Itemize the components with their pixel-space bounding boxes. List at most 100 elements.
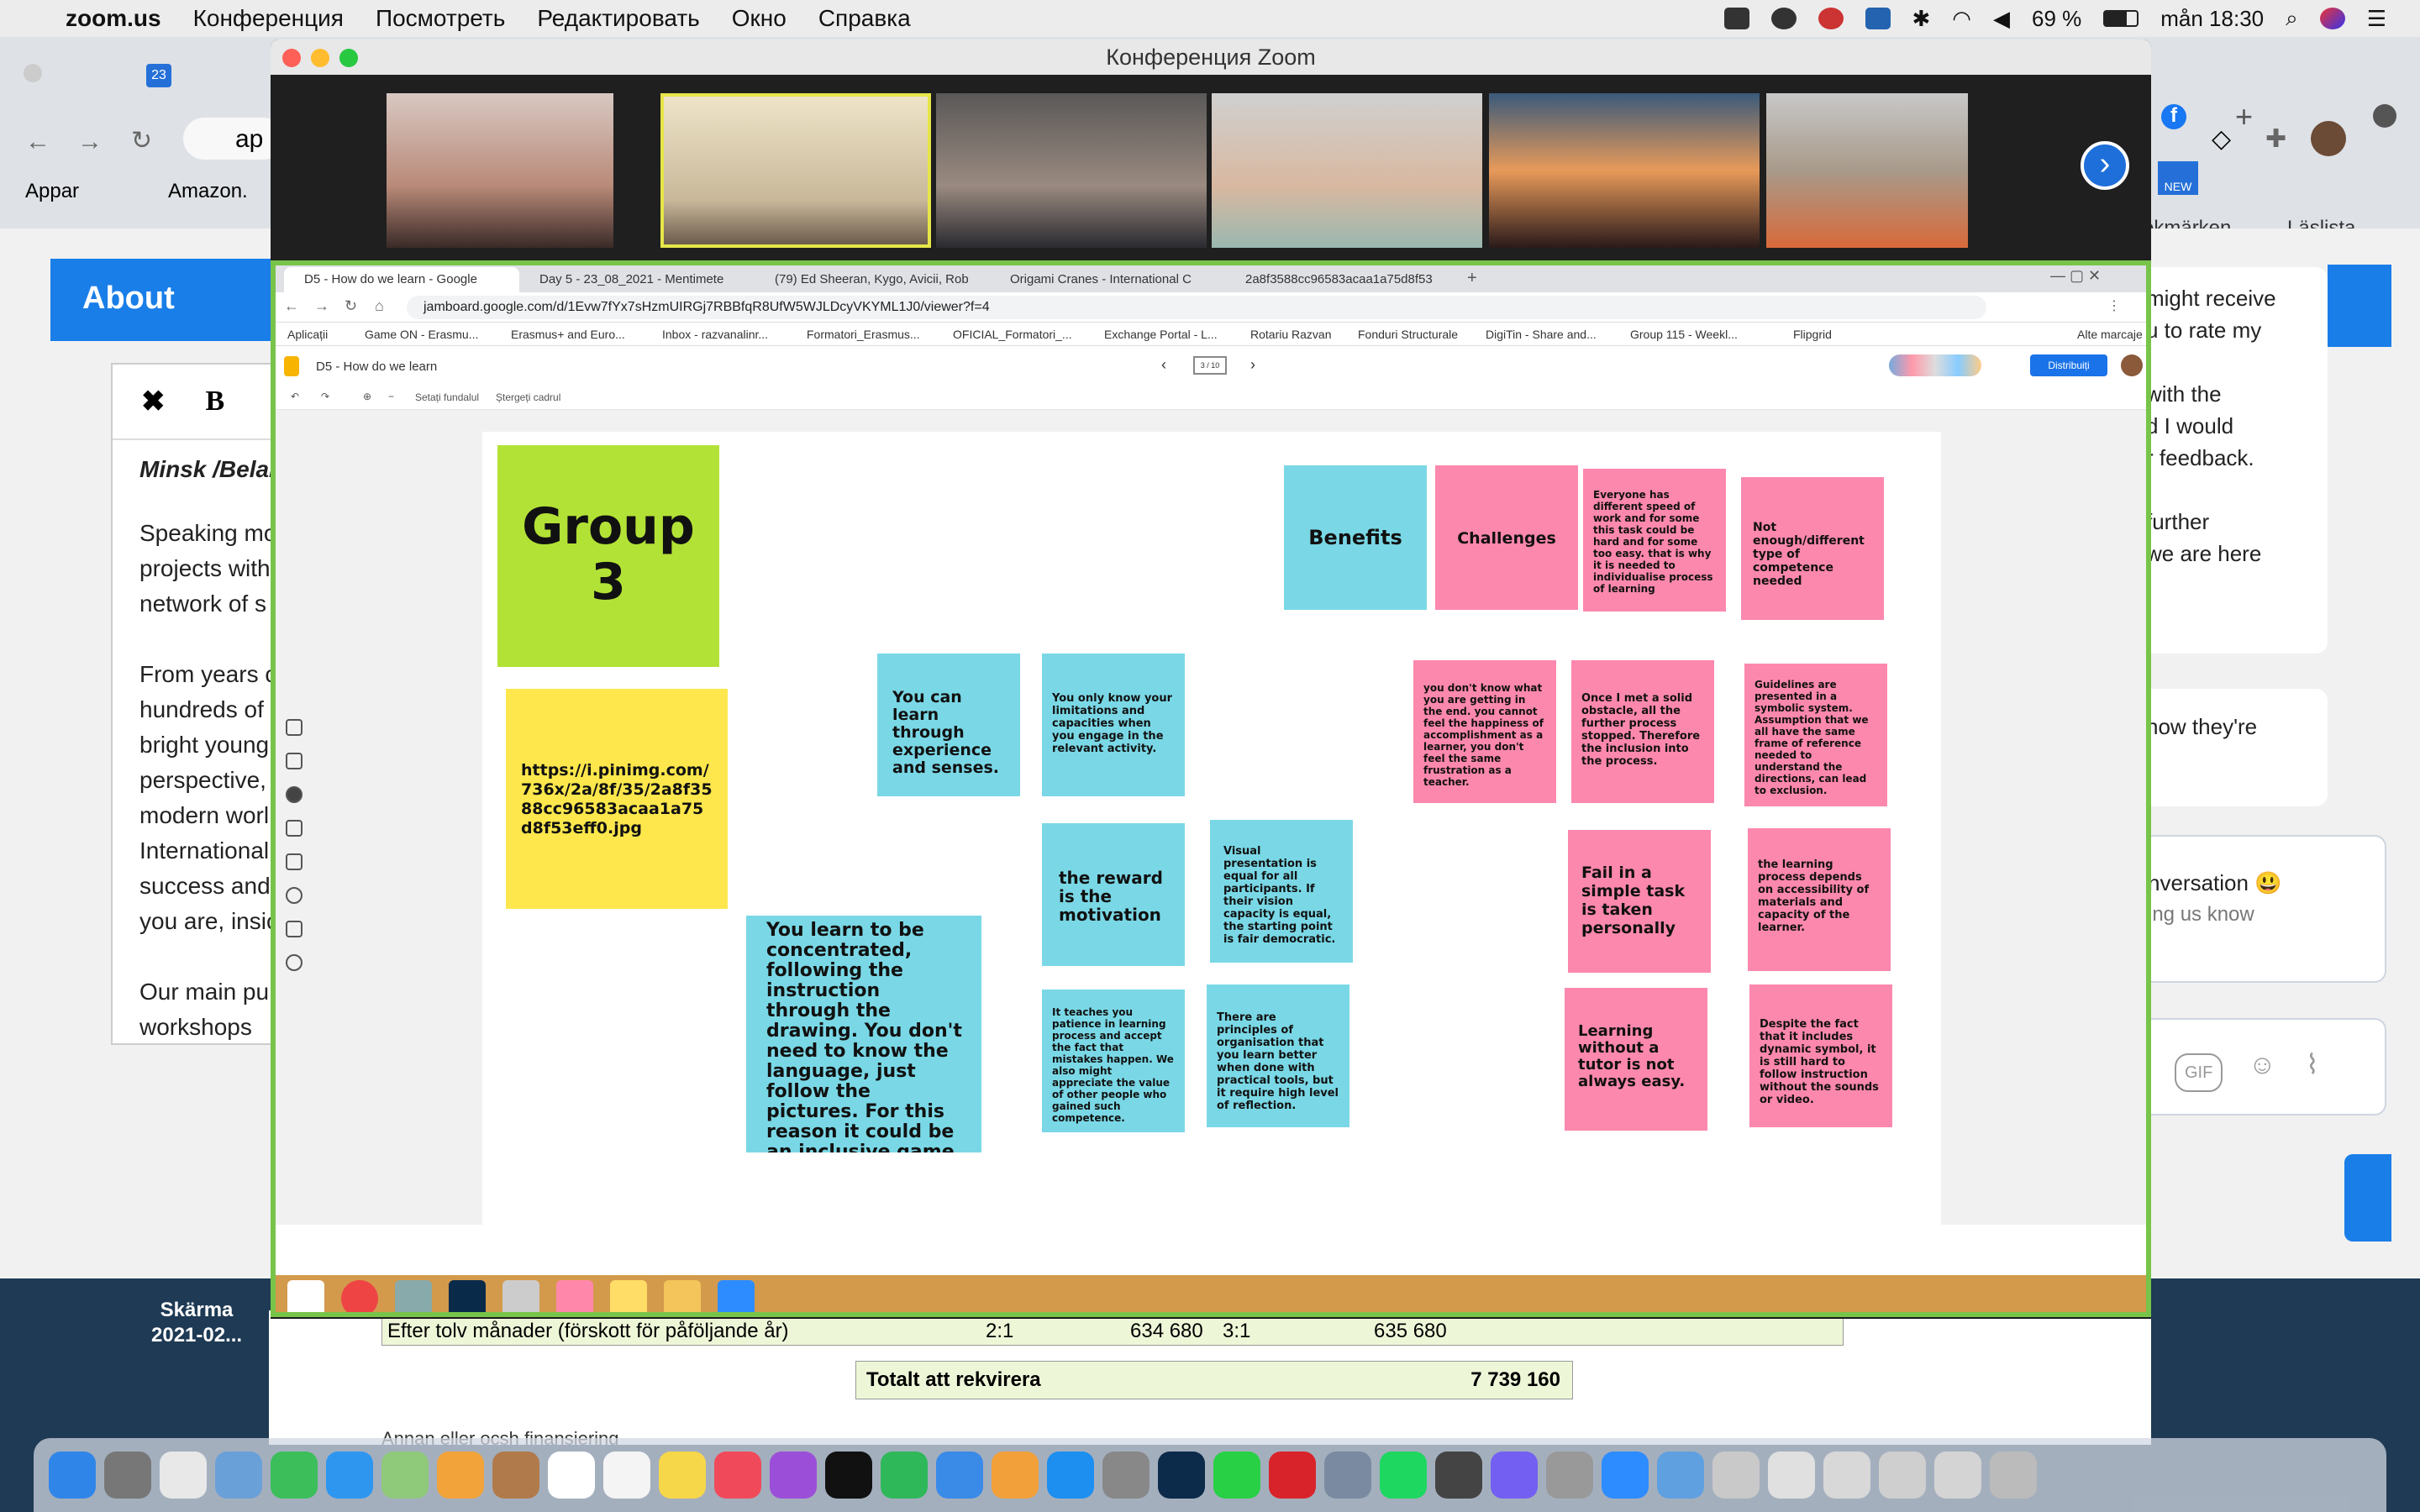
dock-app-icon[interactable]: [1324, 1452, 1371, 1499]
note-fail[interactable]: Fail in a simple task is taken personall…: [1568, 830, 1711, 973]
dock-calendar-icon[interactable]: [548, 1452, 595, 1499]
chevron-down-icon[interactable]: [2373, 104, 2396, 128]
zoom-minimize-button[interactable]: [311, 49, 329, 67]
profile-avatar[interactable]: [2311, 121, 2346, 156]
dock-chrome-icon[interactable]: [160, 1452, 207, 1499]
search-icon[interactable]: ⌕: [2286, 5, 2298, 32]
menu-app-name[interactable]: zoom.us: [66, 5, 161, 32]
menu-view[interactable]: Посмотреть: [376, 5, 505, 32]
back-icon[interactable]: ←: [25, 128, 50, 156]
note-visual[interactable]: Visual presentation is equal for all par…: [1210, 820, 1353, 963]
note-speed[interactable]: Everyone has different speed of work and…: [1583, 469, 1726, 612]
editor-text[interactable]: Minsk /Belar Speaking mo projects with net…: [113, 440, 286, 1043]
zoom-status-icon[interactable]: [1723, 8, 1749, 29]
dock-zoom-icon[interactable]: [1602, 1452, 1649, 1499]
dock-pages-icon[interactable]: [992, 1452, 1039, 1499]
record-status-icon[interactable]: [1818, 8, 1844, 29]
note-challenges[interactable]: Challenges: [1435, 465, 1578, 610]
message-input[interactable]: GIF ☺ ⌇: [2126, 1018, 2386, 1116]
dock-viber-icon[interactable]: [1491, 1452, 1538, 1499]
zoom-close-button[interactable]: [282, 49, 301, 67]
window-controls[interactable]: — ▢ ✕: [2050, 267, 2101, 285]
dock-numbers-icon[interactable]: [881, 1452, 928, 1499]
dock-podcasts-icon[interactable]: [770, 1452, 817, 1499]
dock-trash-icon[interactable]: [1990, 1452, 2037, 1499]
dock-thumbnail-icon[interactable]: [1823, 1452, 1870, 1499]
eraser-icon[interactable]: [286, 753, 302, 769]
dock-photoshop-icon[interactable]: [1158, 1452, 1205, 1499]
dock-facetime-icon[interactable]: [271, 1452, 318, 1499]
dock-tv-icon[interactable]: [825, 1452, 872, 1499]
bg-close-button[interactable]: [24, 64, 42, 82]
bookmark-item[interactable]: Game ON - Erasmu...: [365, 328, 478, 341]
dock-settings-icon[interactable]: [1102, 1452, 1150, 1499]
collaborator-avatars[interactable]: [1889, 354, 1981, 376]
reload-icon[interactable]: ↻: [345, 297, 357, 315]
bookmark-item[interactable]: Erasmus+ and Euro...: [511, 328, 625, 341]
dock-preview-icon[interactable]: [215, 1452, 262, 1499]
dock-contacts-icon[interactable]: [492, 1452, 539, 1499]
bg-address-bar[interactable]: ap: [183, 118, 284, 160]
tab-youtube[interactable]: (79) Ed Sheeran, Kygo, Avicii, Rob: [755, 267, 990, 292]
jam-title[interactable]: D5 - How do we learn: [316, 360, 437, 374]
dock-launchpad-icon[interactable]: [104, 1452, 151, 1499]
bookmark-item[interactable]: OFICIAL_Formatori_...: [953, 328, 1072, 341]
next-arrow-icon[interactable]: ›: [2081, 141, 2129, 190]
bookmark-item[interactable]: DigiTin - Share and...: [1486, 328, 1597, 341]
participant-video[interactable]: [1766, 93, 1968, 248]
redo-icon[interactable]: ↷: [321, 391, 329, 402]
bluetooth-icon[interactable]: ✱: [1912, 6, 1931, 32]
url-field[interactable]: jamboard.google.com/d/1Evw7fYx7sHzmUIRGj…: [407, 296, 1986, 319]
frame-counter[interactable]: 3 / 10: [1193, 356, 1227, 375]
forward-icon[interactable]: →: [314, 297, 329, 315]
note-depends[interactable]: the learning process depends on accessib…: [1748, 828, 1891, 971]
menu-conference[interactable]: Конференция: [193, 5, 344, 32]
note-principles[interactable]: There are principles of organisation tha…: [1207, 984, 1349, 1127]
dock-keynote-icon[interactable]: [936, 1452, 983, 1499]
note-experience[interactable]: You can learn through experience and sen…: [877, 654, 1020, 796]
note-group-title[interactable]: Group 3: [497, 445, 719, 667]
dock-spotify-icon[interactable]: [1380, 1452, 1427, 1499]
tab-origami[interactable]: Origami Cranes - International C: [990, 267, 1225, 292]
pen-icon[interactable]: [286, 719, 302, 736]
calendar-tab-icon[interactable]: 23: [146, 64, 171, 87]
desktop-screenshot-label[interactable]: Skärma 2021-02...: [151, 1298, 242, 1348]
dock-notes-icon[interactable]: [659, 1452, 706, 1499]
bookmark-apps[interactable]: Appar: [25, 180, 79, 203]
prev-frame-icon[interactable]: ‹: [1161, 356, 1166, 374]
siri-icon[interactable]: [2319, 8, 2345, 29]
dock-photos-icon[interactable]: [437, 1452, 484, 1499]
chrome-icon[interactable]: [341, 1280, 378, 1312]
new-tab-icon[interactable]: +: [1467, 269, 1477, 288]
bookmark-item[interactable]: Formatori_Erasmus...: [807, 328, 920, 341]
dock-reminders-icon[interactable]: [603, 1452, 650, 1499]
menu-clock[interactable]: mån 18:30: [2160, 6, 2264, 32]
sticky-note-icon[interactable]: [286, 820, 302, 837]
battery-icon[interactable]: [2103, 10, 2139, 27]
close-icon[interactable]: ✖: [141, 385, 166, 418]
wifi-icon[interactable]: ◠: [1952, 6, 1971, 32]
media-icon[interactable]: [556, 1280, 593, 1312]
dock-calculator-icon[interactable]: [1546, 1452, 1593, 1499]
zoom-taskbar-icon[interactable]: [718, 1280, 755, 1312]
windows-start-icon[interactable]: [287, 1280, 324, 1312]
note-guidelines[interactable]: Guidelines are presented in a symbolic s…: [1744, 664, 1887, 806]
circle-icon[interactable]: [286, 887, 302, 904]
share-button[interactable]: Distribuiți: [2030, 354, 2107, 376]
new-tab-icon[interactable]: +: [2235, 99, 2253, 134]
dock-thumbnail-icon[interactable]: [1879, 1452, 1926, 1499]
viber-status-icon[interactable]: [1770, 8, 1797, 29]
rich-text-editor[interactable]: ✖ B Minsk /Belar Speaking mo projects wit…: [111, 363, 287, 1045]
dock-messages-icon[interactable]: [326, 1452, 373, 1499]
forward-icon[interactable]: →: [77, 128, 103, 156]
back-icon[interactable]: ←: [284, 297, 299, 315]
new-badge[interactable]: NEW: [2158, 161, 2198, 195]
note-limitations[interactable]: You only know your limitations and capac…: [1042, 654, 1185, 796]
cube-icon[interactable]: ◇: [2212, 124, 2231, 154]
zoom-icon[interactable]: ⊕: [363, 391, 371, 402]
note-link[interactable]: https://i.pinimg.com/736x/2a/8f/35/2a8f3…: [506, 689, 728, 909]
extensions-icon[interactable]: ✚: [2265, 124, 2286, 154]
sticky-notes-icon[interactable]: [610, 1280, 647, 1312]
gif-button[interactable]: GIF: [2175, 1053, 2223, 1092]
zoom-maximize-button[interactable]: [339, 49, 358, 67]
